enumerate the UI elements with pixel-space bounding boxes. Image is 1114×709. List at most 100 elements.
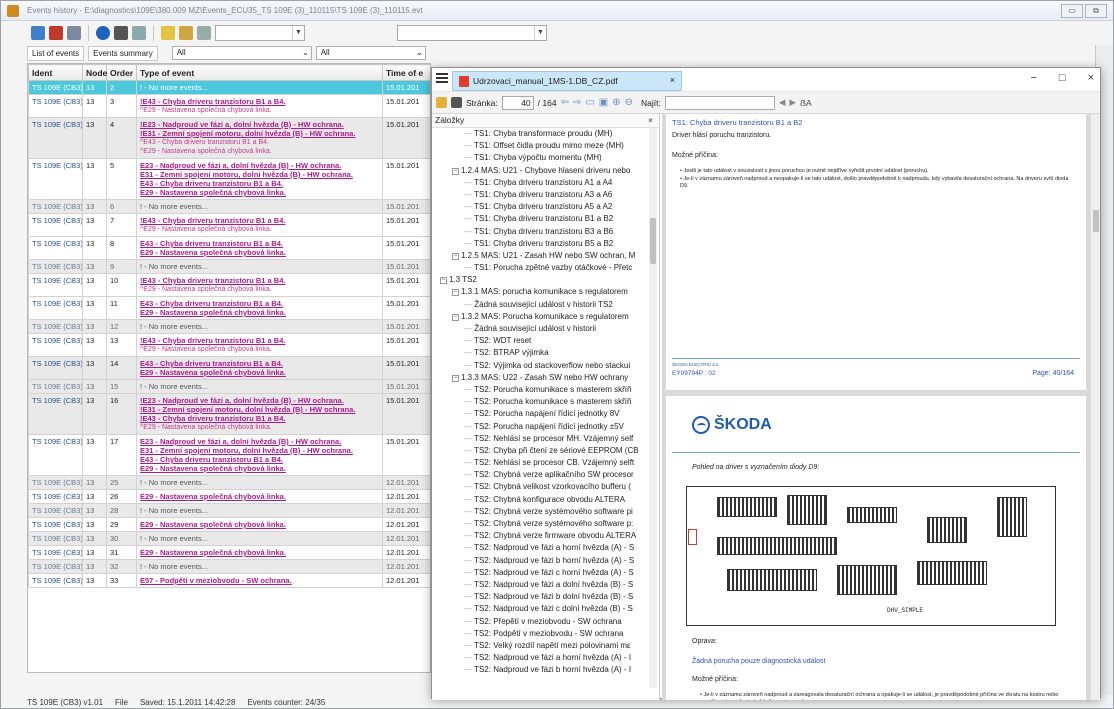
tab-list-of-events[interactable]: List of events — [27, 45, 85, 61]
chevron-down-icon[interactable]: ⌄ — [416, 47, 423, 59]
bookmark-item[interactable]: — TS2: Chybná verze systémového software… — [432, 506, 659, 518]
table-row[interactable]: TS 109E (CB3) 13 2! - No more events... 15.… — [28, 80, 430, 95]
bookmark-item[interactable]: — TS2: Porucha napájení řídicí jednotky … — [432, 408, 659, 420]
restore-button[interactable]: ▭ — [1061, 4, 1083, 18]
fit-page-icon[interactable]: ▭ — [585, 97, 594, 108]
bookmark-item[interactable]: — TS2: Chybná verze firmware obvodu ALTE… — [432, 530, 659, 542]
maximize-button[interactable]: ⧉ — [1085, 4, 1107, 18]
table-row[interactable]: TS 109E (CB3) 13 26 E29 - Nastavena společn… — [28, 489, 430, 504]
open-file-icon[interactable] — [436, 97, 447, 108]
menu-icon[interactable] — [436, 73, 448, 85]
bookmark-item[interactable]: — TS1: Chyba transformace proudu (MH) — [432, 128, 659, 140]
bookmark-item[interactable]: — TS1: Chyba driveru tranzistoru B5 a B2 — [432, 238, 659, 250]
table-row[interactable]: TS 109E (CB3) 13 25! - No more events... 12… — [28, 475, 430, 490]
bookmark-item[interactable]: — TS1: Offset čidla proudu mimo meze (MH… — [432, 140, 659, 152]
table-row[interactable]: TS 109E (CB3) 13 17 E23 - Nadproud ve fázi … — [28, 434, 430, 476]
bookmark-item[interactable]: — TS2: Nadproud ve fázi a horní hvězda (… — [432, 652, 659, 664]
close-bookmarks-icon[interactable]: × — [648, 114, 653, 127]
table-row[interactable]: TS 109E (CB3) 13 8 E43 - Chyba driveru tran… — [28, 236, 430, 260]
bookmark-item[interactable]: — TS1: Chyba driveru tranzistoru B1 a B2 — [432, 213, 659, 225]
bookmark-item[interactable]: — Žádná související událost v historii — [432, 323, 659, 335]
table-row[interactable]: TS 109E (CB3) 13 14 E43 - Chyba driveru tra… — [28, 356, 430, 380]
bookmark-item[interactable]: — TS2: Chybná verze aplikačního SW proce… — [432, 469, 659, 481]
bookmark-item[interactable]: −1.3.3 MAS: U22 - Zasah SW nebo HW ochra… — [432, 372, 659, 384]
grid-icon[interactable] — [114, 26, 128, 40]
tab-events-summary[interactable]: Events summary — [88, 45, 158, 61]
bookmark-item[interactable]: — TS2: Podpětí v meziobvodu - SW ochrana — [432, 628, 659, 640]
column-header-time[interactable]: Time of e — [382, 64, 430, 81]
bookmarks-scrollbar[interactable] — [649, 128, 657, 688]
table-row[interactable]: TS 109E (CB3) 13 33 E57 - Podpětí v meziobv… — [28, 573, 430, 588]
bookmark-item[interactable]: — TS2: Porucha komunikace s masterem skř… — [432, 384, 659, 396]
bookmark-item[interactable]: — TS2: Nadproud ve fázi b horní hvězda (… — [432, 664, 659, 676]
collapse-toggle-icon[interactable]: − — [452, 252, 459, 260]
bookmark-icon[interactable] — [197, 26, 211, 40]
bookmark-item[interactable]: — TS2: Nadproud ve fázi a horní hvězda (… — [432, 542, 659, 554]
bookmark-item[interactable]: — TS2: Velký rozdíl napětí mezi polovina… — [432, 640, 659, 652]
zoom-in-icon[interactable]: ⊕ — [612, 97, 620, 108]
open-icon[interactable] — [31, 26, 45, 40]
column-header-order[interactable]: Order — [106, 64, 137, 81]
print-icon[interactable] — [451, 97, 462, 108]
minimize-button[interactable]: − — [1030, 72, 1036, 84]
bookmark-item[interactable]: — TS2: Porucha komunikace s masterem skř… — [432, 396, 659, 408]
find-input[interactable] — [664, 95, 775, 110]
bookmark-item[interactable]: — TS2: Nehlásí se procesor MH. Vzájemný … — [432, 433, 659, 445]
bookmark-item[interactable]: — TS2: Přepětí v meziobvodu - SW ochrana — [432, 616, 659, 628]
close-button[interactable]: × — [1088, 72, 1094, 84]
table-row[interactable]: TS 109E (CB3) 13 30! - No more events... 12… — [28, 531, 430, 546]
table-row[interactable]: TS 109E (CB3) 13 12! - No more events... 15… — [28, 319, 430, 334]
bookmark-item[interactable]: — TS2: Chyba při čtení ze sériové EEPROM… — [432, 445, 659, 457]
filter-icon[interactable] — [161, 26, 175, 40]
pdf-document-tab[interactable]: Udrzovaci_manual_1MS-1.DB_CZ.pdf × — [452, 71, 682, 91]
scrollbar-thumb[interactable] — [1093, 210, 1099, 232]
filter-combo[interactable]: ▼ — [215, 25, 305, 41]
collapse-toggle-icon[interactable]: − — [440, 277, 447, 285]
chevron-down-icon[interactable]: ▼ — [534, 26, 546, 40]
save-icon[interactable] — [49, 26, 63, 40]
bookmark-item[interactable]: — TS2: Nadproud ve fázi a dolní hvězda (… — [432, 579, 659, 591]
table-row[interactable]: TS 109E (CB3) 13 5 E23 - Nadproud ve fázi a… — [28, 158, 430, 200]
bookmark-item[interactable]: — TS2: Porucha napájení řídicí jednotky … — [432, 421, 659, 433]
fit-width-icon[interactable]: ▣ — [599, 97, 608, 108]
bookmark-item[interactable]: −1.3.1 MAS: porucha komunikace s regulat… — [432, 286, 659, 298]
table-row[interactable]: TS 109E (CB3) 13 4 !E23 - Nadproud ve fázi … — [28, 117, 430, 159]
page-view-scrollbar[interactable] — [1090, 114, 1100, 700]
collapse-toggle-icon[interactable]: − — [452, 289, 459, 297]
table-row[interactable]: TS 109E (CB3) 13 11 E43 - Chyba driveru tra… — [28, 296, 430, 320]
bookmark-item[interactable]: — TS2: Chybná velikost vzorkovacího buff… — [432, 481, 659, 493]
collapse-toggle-icon[interactable]: − — [452, 167, 459, 175]
bookmark-item[interactable]: — TS1: Chyba driveru tranzistoru B3 a B6 — [432, 226, 659, 238]
info-icon[interactable] — [96, 26, 110, 40]
bookmark-item[interactable]: — TS1: Porucha zpětné vazby otáčkové - P… — [432, 262, 659, 274]
print-icon[interactable] — [132, 26, 146, 40]
table-row[interactable]: TS 109E (CB3) 13 9! - No more events... 15.… — [28, 259, 430, 274]
collapse-toggle-icon[interactable]: − — [452, 313, 459, 321]
scrollbar-thumb[interactable] — [650, 218, 656, 264]
bookmark-item[interactable]: — TS2: Chybná verze systémového software… — [432, 518, 659, 530]
filter-select-2[interactable]: All ⌄ — [315, 46, 426, 60]
table-row[interactable]: TS 109E (CB3) 13 3 !E43 - Chyba driveru tra… — [28, 94, 430, 118]
favorite-icon[interactable] — [179, 26, 193, 40]
bookmark-item[interactable]: — TS2: Nadproud ve fázi b horní hvězda (… — [432, 555, 659, 567]
bookmark-item[interactable]: — Žádná související událost v historii T… — [432, 299, 659, 311]
collapse-toggle-icon[interactable]: − — [452, 374, 459, 382]
table-row[interactable]: TS 109E (CB3) 13 7 !E43 - Chyba driveru tra… — [28, 213, 430, 237]
bookmark-item[interactable]: −1.2.5 MAS: U21 - Zasah HW nebo SW ochra… — [432, 250, 659, 262]
bookmark-item[interactable]: −1.2.4 MAS: U21 - Chybove hlaseni driver… — [432, 165, 659, 177]
search-combo[interactable]: ▼ — [397, 25, 547, 41]
bookmark-item[interactable]: — TS1: Chyba driveru tranzistoru A1 a A4 — [432, 177, 659, 189]
next-page-icon[interactable]: ⇨ — [573, 97, 581, 108]
match-case-icon[interactable]: ẞA — [800, 98, 812, 108]
bookmark-item[interactable]: — TS1: Chyba driveru tranzistoru A5 a A2 — [432, 201, 659, 213]
bookmark-item[interactable]: — TS2: Výjimka od stackoverflow nebo sta… — [432, 360, 659, 372]
bookmark-item[interactable]: −1.3.2 MAS: Porucha komunikace s regulat… — [432, 311, 659, 323]
bookmark-item[interactable]: — TS2: Nadproud ve fázi c dolní hvězda (… — [432, 603, 659, 615]
table-row[interactable]: TS 109E (CB3) 13 32! - No more events... 12… — [28, 559, 430, 574]
bookmark-item[interactable]: — TS2: Nadproud ve fázi c horní hvězda (… — [432, 567, 659, 579]
table-row[interactable]: TS 109E (CB3) 13 16 !E23 - Nadproud ve fázi… — [28, 393, 430, 435]
bookmark-item[interactable]: — TS2: WDT reset — [432, 335, 659, 347]
filter-select-1[interactable]: All ⌄ — [171, 46, 312, 60]
column-header-type[interactable]: Type of event — [136, 64, 383, 81]
bookmark-item[interactable]: — TS2: Chybná konfigurace obvodu ALTERA — [432, 494, 659, 506]
